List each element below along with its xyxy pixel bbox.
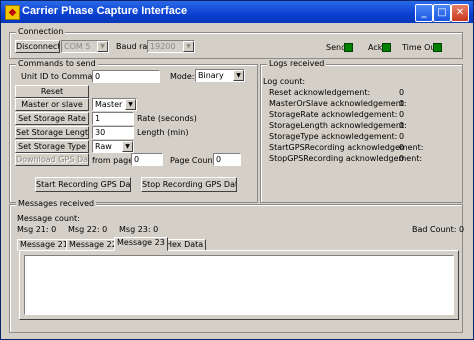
log-label-reset: Reset acknowledgement: (269, 88, 371, 97)
page-count-label: Page Count: (170, 156, 219, 165)
message-output-textarea[interactable] (24, 255, 454, 315)
close-button[interactable]: ✕ (451, 4, 469, 22)
baud-rate-value: 19200 (150, 42, 176, 51)
log-value-storage-type: 0 (399, 132, 405, 141)
log-value-storage-length: 0 (399, 121, 405, 130)
reset-button[interactable]: Reset (15, 85, 89, 98)
logs-legend: Logs received (267, 59, 327, 68)
msg-22-count: Msg 22: 0 (68, 225, 108, 234)
messages-legend: Messages received (16, 199, 97, 208)
disconnect-button[interactable]: Disconnect (15, 40, 60, 53)
minimize-button[interactable]: _ (415, 4, 433, 22)
chevron-down-icon[interactable]: ▼ (97, 41, 108, 52)
master-slave-value: Master (95, 100, 123, 109)
download-gps-data-button[interactable]: Download GPS Data (15, 153, 89, 166)
from-page-input[interactable]: 0 (131, 153, 163, 166)
log-label-storage-type: StorageType acknowledgement: (269, 132, 398, 141)
ack-indicator (382, 43, 391, 52)
log-label-storage-length: StorageLength acknowledgement: (269, 121, 407, 130)
title-bar[interactable]: ◆ Carrier Phase Capture Interface _ □ ✕ (1, 1, 473, 23)
port-value: COM 5 (64, 42, 91, 51)
log-value-stop-gps-recording: 0 (399, 154, 405, 163)
storage-rate-input[interactable]: 1 (92, 112, 134, 125)
msg-21-count: Msg 21: 0 (17, 225, 57, 234)
start-recording-button[interactable]: Start Recording GPS Data (35, 177, 131, 192)
message-tab-panel (19, 250, 459, 320)
log-label-master-or-slave: MasterOrSlave acknowledgement: (269, 99, 407, 108)
timeout-indicator (433, 43, 442, 52)
storage-type-value: Raw (95, 142, 112, 151)
bad-count: Bad Count: 0 (412, 225, 465, 234)
send-indicator (344, 43, 353, 52)
message-count-heading: Message count: (17, 214, 80, 223)
set-storage-rate-button[interactable]: Set Storage Rate (15, 112, 89, 125)
chevron-down-icon[interactable]: ▼ (125, 99, 136, 110)
log-value-start-gps-recording: 0 (399, 143, 405, 152)
mode-select[interactable]: Binary ▼ (195, 69, 245, 82)
mode-value: Binary (198, 71, 224, 80)
storage-length-input[interactable]: 30 (92, 126, 134, 139)
page-count-input[interactable]: 0 (213, 153, 241, 166)
unit-id-input[interactable]: 0 (92, 70, 160, 83)
chevron-down-icon[interactable]: ▼ (183, 41, 194, 52)
msg-23-count: Msg 23: 0 (119, 225, 159, 234)
tab-message-23[interactable]: Message 23 (114, 237, 168, 251)
log-label-storage-rate: StorageRate acknowledgement: (269, 110, 398, 119)
baud-rate-select[interactable]: 19200 ▼ (147, 40, 195, 53)
app-icon[interactable]: ◆ (5, 5, 20, 20)
chevron-down-icon[interactable]: ▼ (122, 141, 133, 152)
log-value-reset: 0 (399, 88, 405, 97)
set-storage-type-button[interactable]: Set Storage Type (15, 140, 89, 153)
length-min-label: Length (min) (137, 128, 189, 137)
window-title: Carrier Phase Capture Interface (22, 5, 188, 17)
from-page-label: from page (92, 156, 134, 165)
set-storage-length-button[interactable]: Set Storage Length (15, 126, 89, 139)
maximize-button[interactable]: □ (433, 4, 451, 22)
chevron-down-icon[interactable]: ▼ (233, 70, 244, 81)
log-value-master-or-slave: 0 (399, 99, 405, 108)
storage-type-select[interactable]: Raw ▼ (92, 140, 134, 153)
master-slave-button[interactable]: Master or slave (15, 98, 89, 111)
main-window: ◆ Carrier Phase Capture Interface _ □ ✕ … (0, 0, 474, 340)
port-select[interactable]: COM 5 ▼ (61, 40, 109, 53)
rate-seconds-label: Rate (seconds) (137, 114, 197, 123)
commands-legend: Commands to send (16, 59, 98, 68)
ack-label: Ack (368, 43, 383, 52)
master-slave-select[interactable]: Master ▼ (92, 98, 137, 111)
mode-label: Mode: (170, 72, 195, 81)
log-value-storage-rate: 0 (399, 110, 405, 119)
log-count-heading: Log count: (263, 77, 306, 86)
stop-recording-button[interactable]: Stop Recording GPS Data (141, 177, 237, 192)
connection-legend: Connection (16, 27, 66, 36)
